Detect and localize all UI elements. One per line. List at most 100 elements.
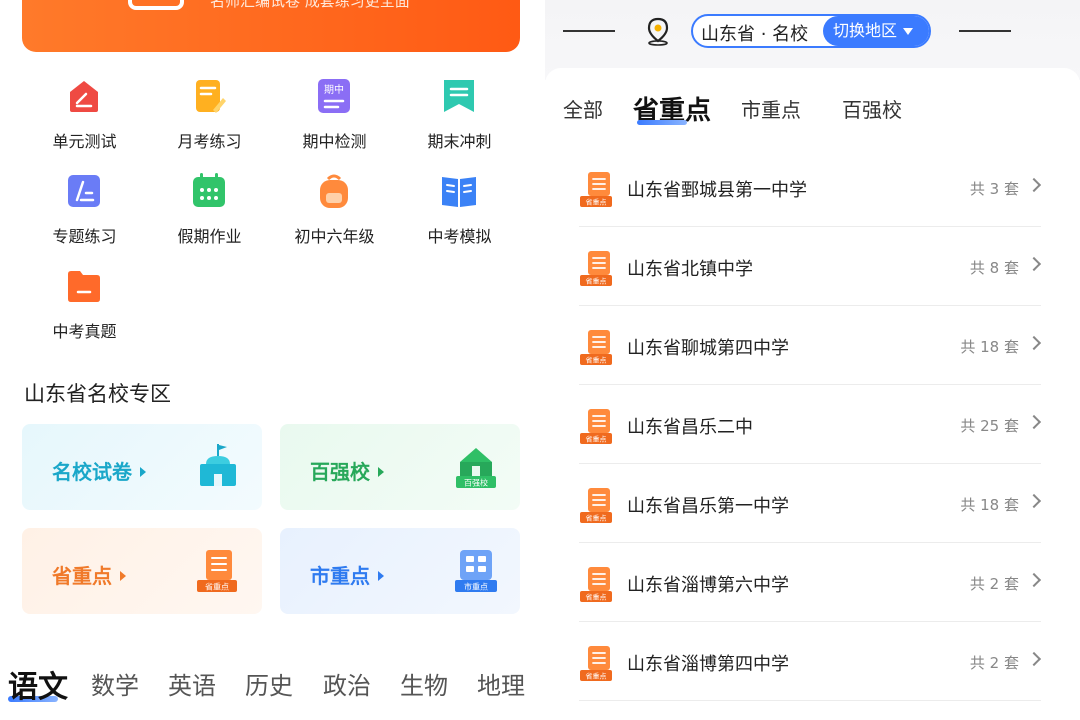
- province-key-icon: 省重点: [580, 172, 612, 207]
- school-row[interactable]: 省重点 山东省鄄城县第一中学 共 3 套: [579, 148, 1042, 227]
- school-row[interactable]: 省重点 山东省昌乐第一中学 共 18 套: [579, 464, 1042, 543]
- subject-tab-history[interactable]: 历史: [245, 666, 293, 701]
- province-key-icon: 省重点: [580, 488, 612, 523]
- grade-six-icon: [320, 174, 348, 208]
- midterm-icon-text: 期中: [324, 83, 344, 96]
- location-pin-icon: [647, 17, 669, 46]
- switch-region-button[interactable]: 切换地区: [823, 16, 929, 46]
- school-icon-text: 省重点: [586, 356, 607, 365]
- province-key-icon: 省重点: [580, 251, 612, 286]
- subject-tab-geography[interactable]: 地理: [477, 666, 525, 701]
- grid-label: 中考真题: [52, 322, 117, 341]
- card-famous-school[interactable]: 名校试卷: [22, 424, 262, 510]
- promo-banner[interactable]: 名师汇编试卷 成套练习更全面: [22, 0, 520, 52]
- school-count: 共 18 套: [960, 496, 1019, 514]
- school-icon-text: 省重点: [586, 277, 607, 286]
- city-key-icon: 市重点: [455, 550, 497, 592]
- school-icon-text: 省重点: [586, 198, 607, 207]
- subject-tab-english[interactable]: 英语: [168, 666, 216, 701]
- banner-icon: [128, 0, 184, 10]
- school-list-panel: 全部 省重点 市重点 百强校 省重点 山东省鄄城县第一中学共 3 套省重点 山东省北…: [545, 68, 1080, 720]
- province-key-icon: 省重点: [580, 646, 612, 681]
- school-name: 山东省淄博第六中学: [627, 575, 789, 596]
- grid-item-grade-six[interactable]: 初中六年级: [272, 165, 397, 255]
- chevron-right-icon: [1026, 414, 1042, 430]
- grid-item-topic-practice[interactable]: 专题练习: [22, 165, 147, 255]
- grid-item-mock-exam[interactable]: 中考模拟: [397, 165, 522, 255]
- holiday-homework-icon: [193, 173, 225, 207]
- subject-tab-biology[interactable]: 生物: [400, 666, 448, 701]
- subject-tabs: 语文 数学 英语 历史 政治 生物 地理: [0, 660, 545, 705]
- grid-item-unit-test[interactable]: 单元测试: [22, 70, 147, 160]
- mock-exam-icon: [442, 177, 476, 207]
- chevron-right-icon: [1026, 651, 1042, 667]
- left-panel: 名师汇编试卷 成套练习更全面 单元测试 月考练习 期中 期中检测 期末冲刺 专题…: [0, 0, 545, 720]
- school-count: 共 25 套: [960, 417, 1019, 435]
- midterm-icon: 期中: [318, 79, 350, 113]
- region-selector: 山东省 · 名校 切换地区: [691, 14, 931, 48]
- famous-school-icon: [200, 444, 236, 486]
- active-tab-underline: [637, 120, 687, 125]
- section-title: 山东省名校专区: [24, 382, 171, 406]
- tab-all[interactable]: 全部: [563, 94, 603, 123]
- tab-city-key[interactable]: 市重点: [741, 94, 801, 123]
- school-name: 山东省聊城第四中学: [627, 338, 789, 359]
- school-row[interactable]: 省重点 山东省昌乐二中 共 25 套: [579, 385, 1042, 464]
- card-province-key[interactable]: 省重点 省重点: [22, 528, 262, 614]
- tab-top-hundred[interactable]: 百强校: [842, 94, 902, 123]
- divider-line: [959, 30, 1011, 32]
- subject-tab-politics[interactable]: 政治: [323, 666, 371, 701]
- grid-label: 期中检测: [302, 132, 367, 151]
- school-name: 山东省北镇中学: [627, 259, 753, 280]
- grid-label: 初中六年级: [294, 227, 375, 246]
- school-row[interactable]: 省重点 山东省淄博第四中学 共 2 套: [579, 622, 1042, 701]
- right-panel: 山东省 · 名校 切换地区 全部 省重点 市重点 百强校 省重点 山东省鄄城县第一…: [545, 0, 1080, 720]
- city-key-icon-text: 市重点: [464, 582, 488, 592]
- school-count: 共 2 套: [969, 575, 1019, 593]
- divider-line: [563, 30, 615, 32]
- school-name: 山东省鄄城县第一中学: [627, 180, 807, 201]
- school-row[interactable]: 省重点 山东省聊城第四中学 共 18 套: [579, 306, 1042, 385]
- real-exam-icon: [68, 271, 100, 302]
- grid-item-real-exam[interactable]: 中考真题: [22, 260, 147, 350]
- grid-label: 单元测试: [52, 132, 117, 151]
- grid-label: 假期作业: [177, 227, 242, 246]
- arrow-right-icon: [378, 466, 384, 477]
- grid-item-monthly-exam[interactable]: 月考练习: [147, 70, 272, 160]
- card-label: 名校试卷: [52, 460, 132, 484]
- province-key-icon: 省重点: [580, 330, 612, 365]
- school-name: 山东省昌乐二中: [627, 417, 753, 438]
- switch-region-label: 切换地区: [833, 21, 898, 40]
- grid-item-midterm[interactable]: 期中 期中检测: [272, 70, 397, 160]
- subject-tab-math[interactable]: 数学: [91, 666, 139, 701]
- school-name: 山东省昌乐第一中学: [627, 496, 789, 517]
- chevron-right-icon: [1026, 177, 1042, 193]
- school-count: 共 8 套: [969, 259, 1019, 277]
- grid-label: 中考模拟: [427, 227, 492, 246]
- school-icon-text: 省重点: [586, 435, 607, 444]
- school-icon-text: 省重点: [586, 593, 607, 602]
- card-label: 市重点: [310, 564, 370, 588]
- grid-label: 专题练习: [52, 227, 117, 246]
- card-city-key[interactable]: 市重点 市重点: [280, 528, 520, 614]
- province-key-icon: 省重点: [197, 550, 237, 592]
- school-icon-text: 省重点: [586, 672, 607, 681]
- unit-test-icon: [70, 81, 98, 112]
- card-top-hundred[interactable]: 百强校 百强校: [280, 424, 520, 510]
- grid-item-holiday-homework[interactable]: 假期作业: [147, 165, 272, 255]
- chevron-right-icon: [1026, 572, 1042, 588]
- caret-down-icon: [903, 28, 914, 35]
- card-label: 省重点: [52, 564, 112, 588]
- school-row[interactable]: 省重点 山东省淄博第六中学 共 2 套: [579, 543, 1042, 622]
- province-key-icon: 省重点: [580, 567, 612, 602]
- province-key-icon-text: 省重点: [205, 582, 229, 592]
- grid-item-final-sprint[interactable]: 期末冲刺: [397, 70, 522, 160]
- top-hundred-icon-text: 百强校: [464, 478, 488, 488]
- school-row[interactable]: 省重点 山东省北镇中学 共 8 套: [579, 227, 1042, 306]
- school-icon-text: 省重点: [586, 514, 607, 523]
- top-hundred-icon: 百强校: [456, 448, 496, 488]
- subject-tab-chinese[interactable]: 语文: [8, 662, 68, 706]
- card-label: 百强校: [310, 460, 370, 484]
- arrow-right-icon: [140, 466, 146, 477]
- school-count: 共 3 套: [969, 180, 1019, 198]
